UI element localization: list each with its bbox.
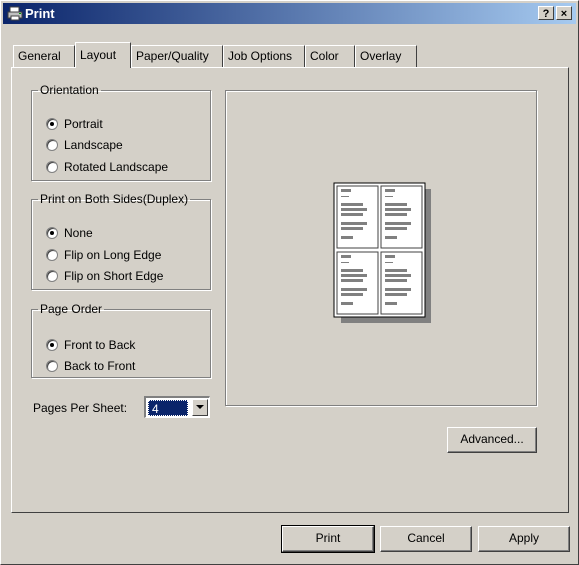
tab-color[interactable]: Color [305,45,355,67]
radio-button[interactable] [46,270,58,282]
window-title: Print [25,6,55,21]
radio-label: Back to Front [64,359,136,373]
pages-per-sheet-label: Pages Per Sheet: [33,401,128,415]
mini-page [380,251,423,315]
radio-front-to-back[interactable]: Front to Back [46,337,135,353]
radio-label: Rotated Landscape [64,160,169,174]
radio-button[interactable] [46,118,58,130]
mini-page [336,251,379,315]
tab-overlay[interactable]: Overlay [355,45,417,67]
page-order-group: Page Order Front to Back Back to Front [31,303,211,378]
orientation-legend: Orientation [40,83,99,97]
close-button[interactable]: × [556,6,572,20]
pages-per-sheet-value: 4 [148,400,188,416]
radio-button[interactable] [46,227,58,239]
radio-label: Flip on Short Edge [64,269,164,283]
print-dialog: Print ? × General Layout Paper/Quality J… [0,0,579,565]
radio-flip-long-edge[interactable]: Flip on Long Edge [46,247,161,263]
radio-none[interactable]: None [46,225,93,241]
tab-job-options[interactable]: Job Options [223,45,305,67]
radio-label: Front to Back [64,338,136,352]
radio-portrait[interactable]: Portrait [46,116,103,132]
help-button[interactable]: ? [538,6,554,20]
chevron-down-icon [196,405,204,409]
tab-paper-quality[interactable]: Paper/Quality [131,45,223,67]
tab-general[interactable]: General [13,45,75,67]
radio-button[interactable] [46,161,58,173]
sheet-preview-icon [333,182,431,323]
printer-icon [7,6,23,21]
layout-preview [225,90,537,406]
radio-button[interactable] [46,139,58,151]
orientation-group: Orientation Portrait Landscape Rotated L… [31,84,211,181]
radio-label: None [64,226,93,240]
mini-page [380,185,423,249]
print-button[interactable]: Print [281,525,375,553]
tab-layout[interactable]: Layout [75,42,131,68]
radio-button[interactable] [46,249,58,261]
page-order-legend: Page Order [40,302,103,316]
radio-rotated-landscape[interactable]: Rotated Landscape [46,159,168,175]
duplex-group: Print on Both Sides(Duplex) None Flip on… [31,193,211,290]
radio-button[interactable] [46,339,58,351]
mini-page [336,185,379,249]
radio-button[interactable] [46,360,58,372]
title-bar[interactable]: Print ? × [3,3,576,24]
radio-landscape[interactable]: Landscape [46,137,123,153]
apply-button[interactable]: Apply [478,526,570,552]
radio-back-to-front[interactable]: Back to Front [46,358,135,374]
radio-label: Flip on Long Edge [64,248,162,262]
pages-per-sheet-select[interactable]: 4 [144,396,210,418]
cancel-button[interactable]: Cancel [380,526,472,552]
duplex-legend: Print on Both Sides(Duplex) [40,192,189,206]
advanced-button[interactable]: Advanced... [447,427,537,453]
radio-flip-short-edge[interactable]: Flip on Short Edge [46,268,163,284]
radio-label: Portrait [64,117,103,131]
radio-label: Landscape [64,138,123,152]
dropdown-button[interactable] [192,399,208,416]
